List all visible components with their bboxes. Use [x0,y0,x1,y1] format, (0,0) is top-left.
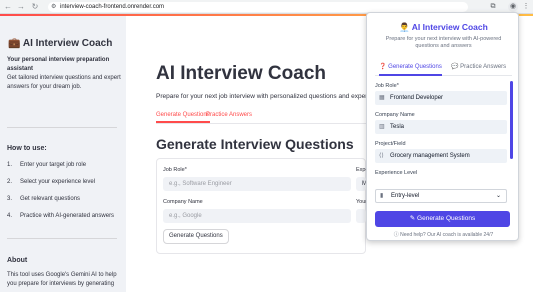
about-heading: About [7,257,28,264]
menu-icon[interactable]: ⋮ [521,2,531,12]
popup-description: Prepare for your next interview with AI-… [385,36,502,49]
interviewer-icon: 👨‍💼 [399,22,410,32]
company-input[interactable]: e.g., Google [163,209,351,223]
forward-icon[interactable]: → [16,1,26,12]
popup-project-label: Project/Field [375,141,406,147]
tab-generate-questions[interactable]: Generate Questions [156,112,210,123]
site-info-icon[interactable]: ⚙ [51,2,56,12]
question-icon: ❓ [379,64,387,70]
briefcase-icon: ▦ [379,95,385,101]
help-icon: ⓘ [393,232,399,238]
popup-generate-button[interactable]: ✎ Generate Questions [375,211,510,227]
popup-job-role-input[interactable]: ▦ Frontend Developer [375,91,507,105]
reload-icon[interactable]: ↻ [30,1,40,12]
building-icon: ▥ [379,124,385,130]
experience-select[interactable]: M [356,177,366,191]
page-subtitle: Prepare for your next job interview with… [156,93,392,100]
profile-avatar[interactable]: ◉ [508,2,518,12]
chevron-down-icon: ⌄ [495,193,501,199]
sidebar-title: 💼 AI Interview Coach [8,38,113,49]
main-tabs: Generate Questions Practice Answers [156,110,376,124]
popup-job-role-label: Job Role* [375,83,399,89]
popup-company-label: Company Name [375,112,415,118]
your-input[interactable] [356,209,366,223]
divider [7,127,117,128]
company-label: Company Name [163,199,203,205]
briefcase-icon: 💼 [8,38,21,49]
job-role-label: Job Role* [163,167,187,173]
about-text: This tool uses Google's Gemini AI to hel… [7,272,117,287]
popup-tab-generate[interactable]: ❓ Generate Questions [379,63,442,76]
step-item: 3. Get relevant questions [7,196,81,202]
section-title: Generate Interview Questions [156,136,354,152]
divider [7,238,117,239]
step-item: 4. Practice with AI-generated answers [7,213,115,219]
popup-company-input[interactable]: ▥ Tesla [375,120,507,134]
how-to-heading: How to use: [7,145,47,152]
question-form: Job Role* e.g., Software Engineer Expe M… [156,158,369,254]
step-item: 1. Enter your target job role [7,162,87,168]
tab-practice-answers[interactable]: Practice Answers [206,112,252,118]
popup-help-text: ⓘ Need help? Our AI coach is available 2… [393,232,494,238]
page-title: AI Interview Coach [156,63,326,84]
popup-experience-label: Experience Level [375,170,418,176]
extensions-icon[interactable]: ⧉ [488,2,498,12]
popup-project-input[interactable]: ⟨⟩ Grocery management System [375,149,507,163]
chart-icon: ▮ [380,193,384,199]
popup-title: 👨‍💼 AI Interview Coach [399,22,488,32]
chat-icon: 💬 [451,64,459,70]
popup-tab-practice[interactable]: 💬 Practice Answers [451,63,506,70]
back-icon[interactable]: ← [3,1,13,12]
extension-popup: 👨‍💼 AI Interview Coach Prepare for your … [366,12,519,241]
generate-questions-button[interactable]: Generate Questions [163,229,229,244]
popup-scrollbar[interactable] [510,81,513,159]
sidebar-description: Get tailored interview questions and exp… [7,75,121,90]
step-item: 2. Select your experience level [7,179,96,185]
popup-experience-select[interactable]: ▮ Entry-level ⌄ [375,189,507,203]
job-role-input[interactable]: e.g., Software Engineer [163,177,351,191]
code-icon: ⟨⟩ [379,153,384,159]
popup-tabs: ❓ Generate Questions 💬 Practice Answers [375,60,512,76]
address-bar[interactable]: ⚙ interview-coach-frontend.onrender.com [48,2,468,12]
url-text: interview-coach-frontend.onrender.com [60,4,165,10]
pencil-icon: ✎ [409,215,416,222]
sidebar-subtitle: Your personal interview preparation assi… [7,57,110,72]
